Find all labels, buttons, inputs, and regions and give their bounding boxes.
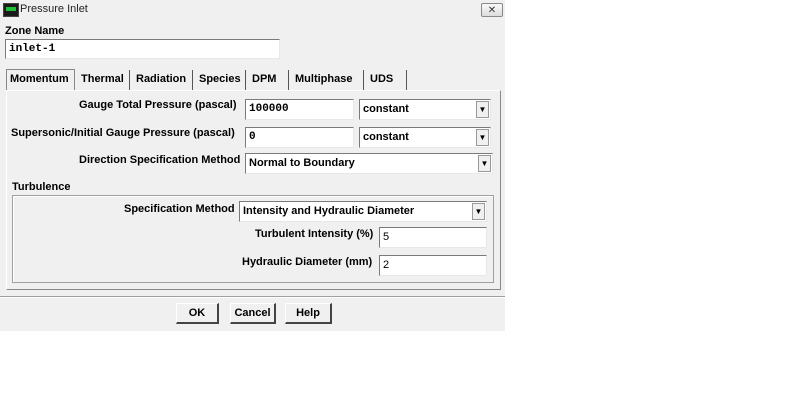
chevron-down-icon[interactable]: ▼	[472, 203, 485, 220]
direction-method-value: Normal to Boundary	[249, 157, 355, 169]
chevron-down-icon[interactable]: ▼	[478, 155, 491, 172]
title-bar: Pressure Inlet ✕	[0, 0, 505, 20]
cancel-button[interactable]: Cancel	[230, 303, 276, 324]
direction-method-select[interactable]: Normal to Boundary ▼	[245, 153, 493, 174]
supersonic-pressure-input[interactable]: 0	[245, 127, 354, 148]
button-separator	[0, 296, 505, 298]
tab-thermal[interactable]: Thermal	[78, 70, 130, 90]
gauge-total-pressure-input[interactable]: 100000	[245, 99, 354, 120]
turbulent-intensity-label: Turbulent Intensity (%)	[255, 228, 374, 240]
tab-uds[interactable]: UDS	[367, 70, 407, 90]
tab-multiphase[interactable]: Multiphase	[292, 70, 364, 90]
tab-momentum[interactable]: Momentum	[6, 69, 75, 91]
ok-button[interactable]: OK	[176, 303, 219, 324]
window-title: Pressure Inlet	[20, 3, 88, 15]
tab-dpm[interactable]: DPM	[249, 70, 289, 90]
supersonic-pressure-method-value: constant	[363, 131, 409, 143]
supersonic-pressure-label: Supersonic/Initial Gauge Pressure (pasca…	[11, 127, 235, 139]
spec-method-select[interactable]: Intensity and Hydraulic Diameter ▼	[239, 201, 487, 222]
hydraulic-diameter-input[interactable]: 2	[379, 255, 487, 276]
gauge-total-pressure-method-value: constant	[363, 103, 409, 115]
supersonic-pressure-method-select[interactable]: constant ▼	[359, 127, 491, 148]
help-button[interactable]: Help	[285, 303, 332, 324]
spec-method-label: Specification Method	[124, 203, 235, 215]
gauge-total-pressure-label: Gauge Total Pressure (pascal)	[79, 99, 237, 111]
spec-method-value: Intensity and Hydraulic Diameter	[243, 205, 415, 217]
tab-species[interactable]: Species	[196, 70, 246, 90]
tab-radiation[interactable]: Radiation	[133, 70, 193, 90]
gauge-total-pressure-method-select[interactable]: constant ▼	[359, 99, 491, 120]
close-button[interactable]: ✕	[481, 3, 503, 17]
direction-method-label: Direction Specification Method	[79, 154, 241, 166]
hydraulic-diameter-label: Hydraulic Diameter (mm)	[242, 256, 373, 268]
chevron-down-icon[interactable]: ▼	[476, 129, 489, 146]
zone-name-input[interactable]: inlet-1	[5, 39, 280, 59]
turbulence-heading: Turbulence	[12, 181, 71, 193]
chevron-down-icon[interactable]: ▼	[476, 101, 489, 118]
zone-name-label: Zone Name	[5, 25, 65, 37]
turbulent-intensity-input[interactable]: 5	[379, 227, 487, 248]
app-icon	[3, 3, 19, 17]
pressure-inlet-dialog: Pressure Inlet ✕ Zone Name inlet-1 Momen…	[0, 0, 505, 331]
